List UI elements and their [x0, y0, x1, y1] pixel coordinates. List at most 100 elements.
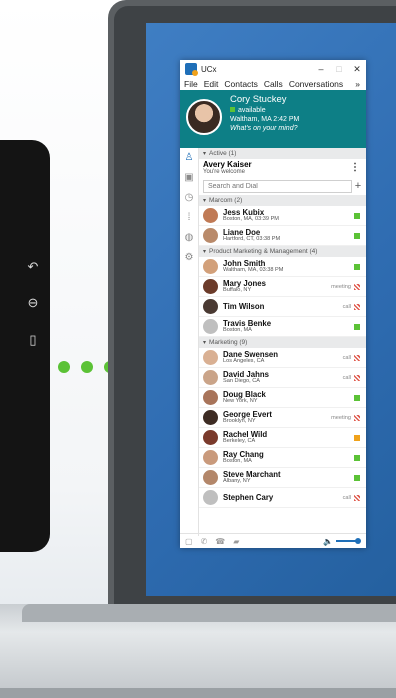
- minimize-button[interactable]: –: [312, 64, 330, 75]
- search-input[interactable]: [203, 179, 352, 193]
- gear-icon[interactable]: ⚙: [183, 252, 195, 264]
- video-icon[interactable]: ▰: [233, 537, 239, 546]
- contact-row[interactable]: Stephen Cary call: [199, 488, 366, 508]
- contact-row[interactable]: Mary Jones Buffalo, NY meeting: [199, 277, 366, 297]
- contact-name: Rachel Wild: [223, 429, 268, 439]
- contact-avatar: [203, 430, 218, 445]
- presence-indicator: [354, 213, 360, 219]
- contact-name: Tim Wilson: [223, 302, 265, 311]
- profile-avatar[interactable]: [186, 99, 222, 135]
- contact-row[interactable]: Ray Chang Boston, MA: [199, 448, 366, 468]
- menu-contacts[interactable]: Contacts: [224, 79, 258, 89]
- presence-indicator: [354, 233, 360, 239]
- contact-row[interactable]: John Smith Waltham, MA, 03:38 PM: [199, 257, 366, 277]
- volume-icon[interactable]: 🔈: [323, 537, 333, 546]
- contact-avatar: [203, 490, 218, 505]
- volume-slider[interactable]: [336, 538, 361, 544]
- menu-file[interactable]: File: [184, 79, 198, 89]
- contact-row[interactable]: Rachel Wild Berkeley, CA: [199, 428, 366, 448]
- contact-row[interactable]: Travis Benke Boston, MA: [199, 317, 366, 337]
- active-conversation[interactable]: Avery Kaiser You're welcome ⋮: [199, 159, 366, 177]
- contact-name: Jess Kubix: [223, 207, 265, 217]
- contact-name: Mary Jones: [223, 278, 266, 288]
- group-header[interactable]: Marketing (9): [199, 337, 366, 348]
- presence-indicator: [354, 455, 360, 461]
- ucx-logo-icon: [185, 63, 198, 76]
- contact-name: George Evert: [223, 409, 272, 419]
- presence-indicator: [354, 415, 360, 421]
- contact-name: Liane Doe: [223, 227, 261, 237]
- group-header-active[interactable]: Active (1): [199, 148, 366, 159]
- profile-location: Waltham, MA 2:42 PM: [230, 116, 300, 123]
- contact-location: Waltham, MA, 03:38 PM: [223, 266, 284, 273]
- contact-name: Travis Benke: [223, 318, 272, 328]
- presence-label: call: [342, 375, 351, 381]
- presence-indicator: [354, 395, 360, 401]
- contact-avatar: [203, 410, 218, 425]
- presence-indicator: [354, 475, 360, 481]
- contact-avatar: [203, 208, 218, 223]
- contact-row[interactable]: Liane Doe Hartford, CT, 03:38 PM: [199, 226, 366, 246]
- menu-conversations[interactable]: Conversations: [289, 79, 343, 89]
- presence-label: call: [342, 304, 351, 310]
- contact-location: Los Angeles, CA: [223, 357, 265, 364]
- contact-row[interactable]: Dane Swensen Los Angeles, CA call: [199, 348, 366, 368]
- window-title: UCx: [201, 64, 217, 74]
- maximize-button[interactable]: □: [330, 64, 348, 75]
- contact-row[interactable]: Doug Black New York, NY: [199, 388, 366, 408]
- contact-avatar: [203, 450, 218, 465]
- ucx-window: UCx – □ ✕ File Edit Contacts Calls Conve…: [180, 60, 366, 548]
- contact-location: Albany, NY: [223, 477, 251, 484]
- contact-groups: Marcom (2)Jess KubixBoston, MA, 03:39 PM…: [199, 195, 366, 508]
- group-header[interactable]: Product Marketing & Management (4): [199, 246, 366, 257]
- contact-row[interactable]: Jess Kubix Boston, MA, 03:39 PM: [199, 206, 366, 226]
- menu-overflow-button[interactable]: »: [355, 79, 360, 89]
- laptop-edge: [0, 688, 396, 698]
- person-icon[interactable]: ♙: [183, 152, 195, 164]
- profile-name: Cory Stuckey: [230, 94, 287, 105]
- title-bar: UCx – □ ✕: [180, 60, 366, 78]
- contact-location: Boston, MA, 03:39 PM: [223, 215, 279, 222]
- contact-name: Steve Marchant: [223, 469, 281, 479]
- presence-selector[interactable]: available: [230, 106, 299, 115]
- presence-indicator: [354, 355, 360, 361]
- contact-name: David Jahns: [223, 369, 269, 379]
- contact-name: Doug Black: [223, 389, 266, 399]
- menu-edit[interactable]: Edit: [204, 79, 219, 89]
- dialpad-icon[interactable]: ⁞: [183, 212, 195, 224]
- document-icon: ▯: [29, 332, 37, 347]
- contact-location: Brooklyn, NY: [223, 417, 256, 424]
- close-button[interactable]: ✕: [348, 64, 366, 75]
- presence-label: call: [342, 355, 351, 361]
- contact-row[interactable]: David Jahns San Diego, CA call: [199, 368, 366, 388]
- login-icon: ⊖: [27, 295, 39, 310]
- presence-indicator: [354, 495, 360, 501]
- presence-indicator: [354, 435, 360, 441]
- more-options-icon[interactable]: ⋮: [350, 162, 360, 173]
- voicemail-icon[interactable]: ☎: [215, 537, 225, 546]
- contact-row[interactable]: George Evert Brooklyn, NY meeting: [199, 408, 366, 428]
- contact-avatar: [203, 228, 218, 243]
- sidebar: ♙ ▣ ◷ ⁞ ◍ ⚙: [180, 148, 199, 536]
- globe-icon[interactable]: ◍: [183, 232, 195, 244]
- presence-label: meeting: [331, 284, 351, 290]
- presence-label: meeting: [331, 415, 351, 421]
- chat-icon[interactable]: ▢: [185, 537, 193, 546]
- add-contact-button[interactable]: +: [352, 180, 364, 192]
- group-header[interactable]: Marcom (2): [199, 195, 366, 206]
- search-bar: +: [203, 179, 364, 193]
- phone-icon[interactable]: ✆: [201, 537, 208, 546]
- contact-row[interactable]: Steve Marchant Albany, NY: [199, 468, 366, 488]
- mood-input[interactable]: What's on your mind?: [230, 124, 299, 133]
- presence-indicator: [354, 375, 360, 381]
- contact-row[interactable]: Tim Wilson call: [199, 297, 366, 317]
- contact-name: John Smith: [223, 258, 266, 268]
- contact-avatar: [203, 259, 218, 274]
- contact-location: Hartford, CT, 03:38 PM: [223, 235, 281, 242]
- active-last-message: You're welcome: [203, 169, 245, 175]
- clock-icon[interactable]: ◷: [183, 192, 195, 204]
- back-arrow-icon: ↶: [27, 259, 39, 274]
- menu-calls[interactable]: Calls: [264, 79, 283, 89]
- contact-avatar: [203, 350, 218, 365]
- contact-card-icon[interactable]: ▣: [183, 172, 195, 184]
